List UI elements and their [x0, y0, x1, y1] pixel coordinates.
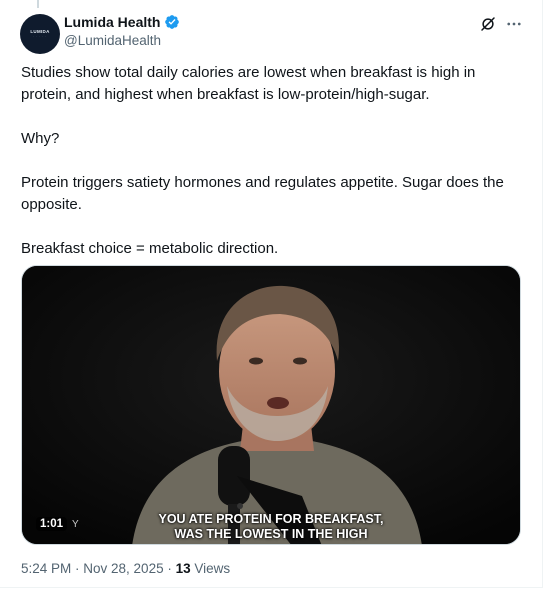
tweet-paragraph: Why?	[21, 130, 60, 147]
tweet-body: Studies show total daily calories are lo…	[21, 62, 526, 260]
tweet-meta: 5:24 PM · Nov 28, 2025 · 13 Views	[21, 561, 230, 576]
grok-icon[interactable]	[479, 15, 497, 33]
views-count: 13	[175, 561, 191, 576]
tweet-paragraph: Breakfast choice = metabolic direction.	[21, 240, 279, 257]
avatar-logo-sub: · · · · ·	[33, 34, 47, 39]
author-display-name[interactable]: Lumida Health	[64, 14, 160, 30]
author-handle[interactable]: @LumidaHealth	[64, 33, 161, 48]
tweet-card[interactable]: LUMIDA · · · · · Lumida Health @LumidaHe…	[0, 0, 543, 588]
video-duration-badge: 1:01	[36, 517, 68, 531]
author-name-row: Lumida Health	[64, 14, 180, 30]
avatar[interactable]: LUMIDA · · · · ·	[20, 14, 60, 54]
views-label: Views	[190, 561, 231, 576]
caption-line-1: YOU ATE PROTEIN FOR BREAKFAST,	[158, 512, 384, 526]
meta-separator: ·	[163, 561, 176, 576]
verified-badge-icon	[165, 15, 180, 29]
caption-line-2: WAS THE LOWEST IN THE HIGH	[174, 527, 368, 541]
more-icon[interactable]	[505, 15, 523, 33]
video-overlay-glyph: Y	[72, 519, 79, 530]
tweet-paragraph: Studies show total daily calories are lo…	[21, 64, 476, 103]
video-caption: YOU ATE PROTEIN FOR BREAKFAST, WAS THE L…	[22, 512, 520, 542]
thread-connector-line	[37, 0, 39, 8]
video-frame-image	[22, 266, 520, 544]
tweet-paragraph: Protein triggers satiety hormones and re…	[21, 174, 504, 213]
video-player[interactable]: YOU ATE PROTEIN FOR BREAKFAST, WAS THE L…	[21, 265, 521, 545]
tweet-timestamp[interactable]: 5:24 PM · Nov 28, 2025	[21, 561, 164, 576]
